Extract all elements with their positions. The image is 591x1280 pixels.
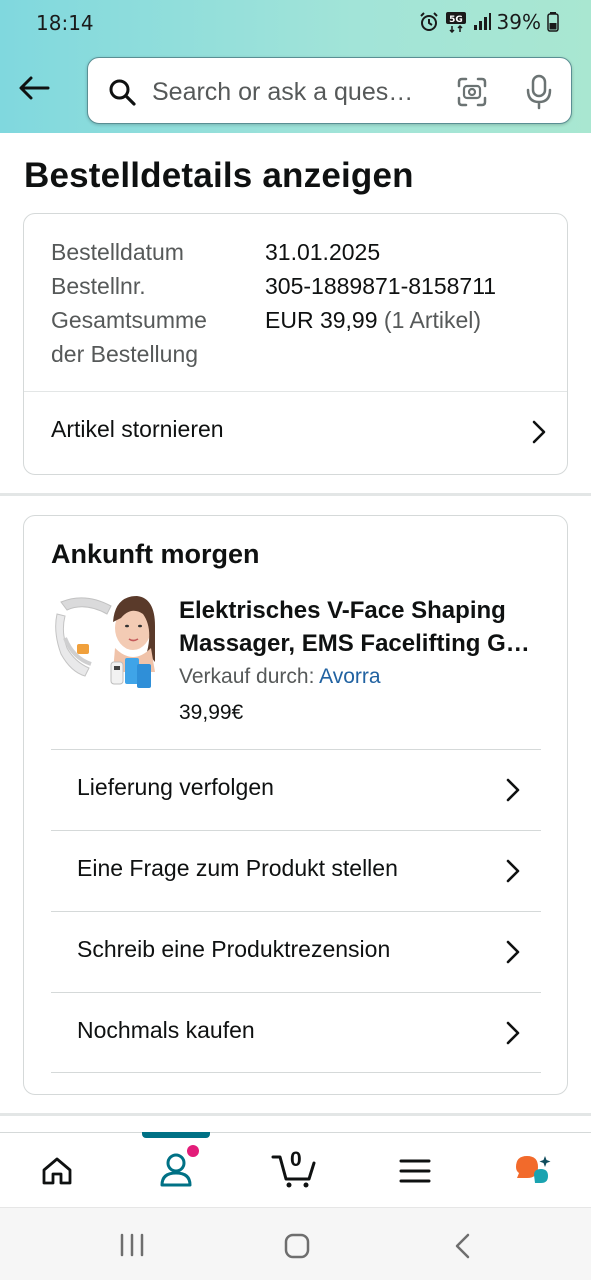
order-date-label: Bestelldatum xyxy=(51,239,184,265)
back-arrow-icon[interactable] xyxy=(16,70,52,106)
product-price: 39,99€ xyxy=(179,701,244,724)
action-label: Nochmals kaufen xyxy=(77,1017,255,1043)
account-icon xyxy=(160,1153,192,1187)
bottom-nav: 0 xyxy=(0,1132,591,1207)
back-button-icon[interactable] xyxy=(452,1232,472,1260)
order-total-label: Gesamtsumme xyxy=(51,307,207,333)
buy-again-button[interactable]: Nochmals kaufen xyxy=(51,992,541,1073)
product-image[interactable] xyxy=(51,592,157,700)
track-delivery-button[interactable]: Lieferung verfolgen xyxy=(51,749,541,830)
seller-prefix: Verkauf durch: xyxy=(179,665,315,688)
order-item-count: (1 Artikel) xyxy=(383,307,482,333)
nav-menu[interactable] xyxy=(375,1133,455,1208)
product-title[interactable]: Elektrisches V-Face Shaping xyxy=(179,594,549,627)
status-bar: 18:14 5G 39% xyxy=(0,0,591,44)
action-label: Lieferung verfolgen xyxy=(77,774,274,800)
shipment-actions: Lieferung verfolgen Eine Frage zum Produ… xyxy=(51,749,541,1073)
svg-text:5G: 5G xyxy=(449,15,463,25)
order-date-value: 31.01.2025 xyxy=(265,239,381,265)
write-review-button[interactable]: Schreib eine Produktrezension xyxy=(51,911,541,992)
signal-icon xyxy=(473,13,491,30)
nav-account[interactable] xyxy=(136,1133,216,1208)
order-number-label: Bestellnr. xyxy=(51,273,146,299)
status-icons: 5G 39% xyxy=(419,10,559,34)
network-5g-icon: 5G xyxy=(445,12,466,33)
action-label: Schreib eine Produktrezension xyxy=(77,936,391,962)
order-summary-card: Bestelldatum 31.01.2025 Bestellnr. 305-1… xyxy=(23,213,568,475)
ask-question-button[interactable]: Eine Frage zum Produkt stellen xyxy=(51,830,541,911)
cancel-items-label: Artikel stornieren xyxy=(51,416,224,442)
product-title-line2[interactable]: Massager, EMS Facelifting G… xyxy=(179,627,549,660)
product-seller: Verkauf durch: Avorra xyxy=(179,665,381,689)
order-number-value: 305-1889871-8158711 xyxy=(265,273,497,299)
home-button-icon[interactable] xyxy=(284,1233,310,1259)
battery-percent: 39% xyxy=(496,10,541,34)
chevron-right-icon xyxy=(506,859,520,883)
recent-apps-icon[interactable] xyxy=(118,1233,146,1257)
search-icon xyxy=(109,79,136,106)
home-icon xyxy=(42,1157,72,1185)
chevron-right-icon xyxy=(532,420,546,444)
order-total-label-line2: der Bestellung xyxy=(51,341,199,367)
cancel-items-link[interactable]: Artikel stornieren xyxy=(24,392,567,474)
battery-icon xyxy=(547,12,559,32)
order-total-amount: EUR 39,99 xyxy=(265,307,378,333)
search-input[interactable] xyxy=(152,72,442,112)
order-total-value: EUR 39,99 (1 Artikel) xyxy=(265,303,481,337)
alarm-icon xyxy=(419,12,438,31)
chevron-right-icon xyxy=(506,940,520,964)
chevron-right-icon xyxy=(506,778,520,802)
section-divider xyxy=(0,493,591,496)
notification-dot xyxy=(187,1145,199,1157)
action-label: Eine Frage zum Produkt stellen xyxy=(77,855,398,881)
system-nav-bar xyxy=(0,1207,591,1280)
microphone-icon[interactable] xyxy=(524,74,554,110)
rufus-chat-icon xyxy=(516,1156,551,1183)
cart-count: 0 xyxy=(290,1148,302,1171)
camera-search-icon[interactable] xyxy=(456,76,488,108)
shipment-card: Ankunft morgen Elektrisches V-Face Shapi… xyxy=(23,515,568,1095)
section-divider xyxy=(0,1113,591,1116)
shipment-heading: Ankunft morgen xyxy=(51,539,260,569)
nav-rufus-chat[interactable] xyxy=(494,1133,574,1208)
seller-link[interactable]: Avorra xyxy=(319,665,380,688)
chevron-right-icon xyxy=(506,1021,520,1045)
menu-icon xyxy=(399,1159,431,1183)
page-title: Bestelldetails anzeigen xyxy=(24,156,414,195)
search-bar[interactable] xyxy=(87,57,572,124)
nav-home[interactable] xyxy=(17,1133,97,1208)
nav-cart[interactable]: 0 xyxy=(255,1133,335,1208)
status-time: 18:14 xyxy=(36,11,94,35)
